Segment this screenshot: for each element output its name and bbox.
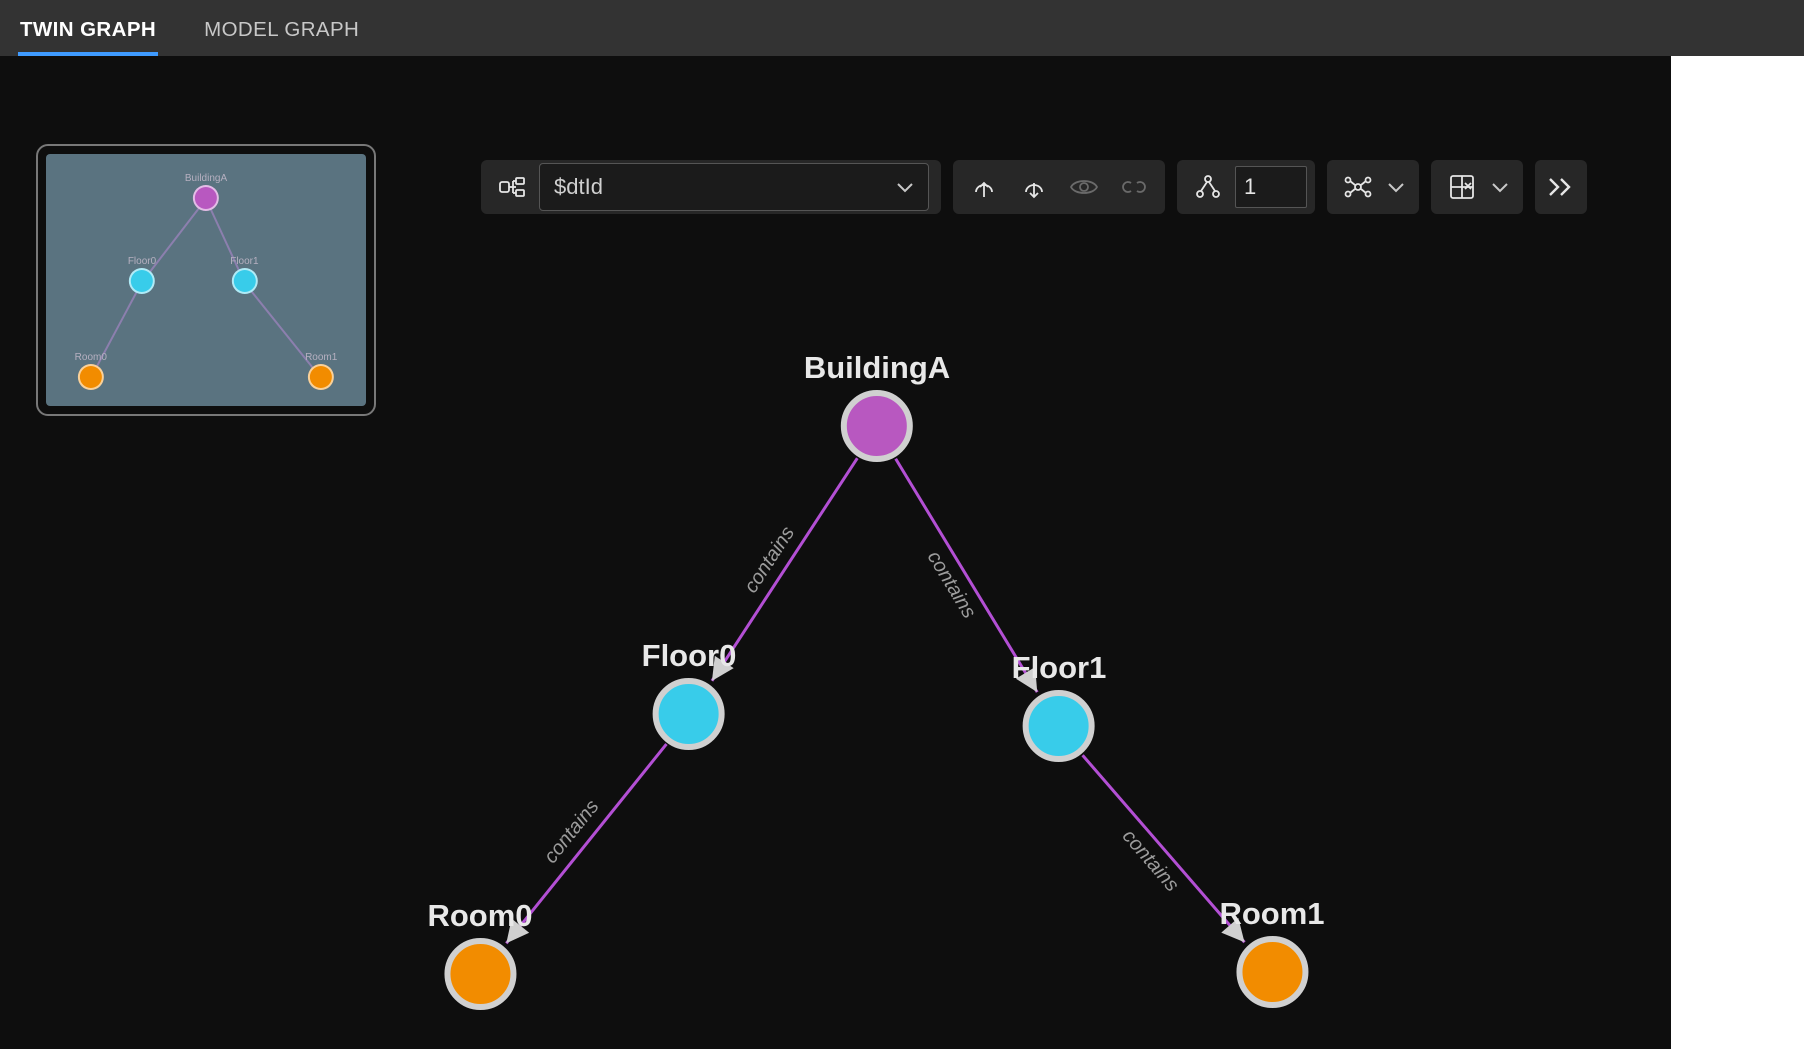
graph-node-floor0[interactable]: Floor0 <box>642 638 737 750</box>
graph-node-room0[interactable]: Room0 <box>427 898 532 1010</box>
graph-node-circle <box>841 390 913 462</box>
graph-node-circle <box>1023 690 1095 762</box>
graph-canvas-area: $dtId <box>0 56 1671 1049</box>
tab-model-graph[interactable]: MODEL GRAPH <box>202 6 361 56</box>
graph-node-label: Floor0 <box>642 638 737 674</box>
graph-node-buildinga[interactable]: BuildingA <box>804 350 950 462</box>
graph-node-room1[interactable]: Room1 <box>1219 896 1324 1008</box>
graph-node-label: BuildingA <box>804 350 950 386</box>
graph-node-circle <box>1236 936 1308 1008</box>
graph-node-circle <box>653 678 725 750</box>
graph-node-label: Floor1 <box>1012 650 1107 686</box>
graph-node-circle <box>444 938 516 1010</box>
graph-node-label: Room0 <box>427 898 532 934</box>
tab-twin-graph[interactable]: TWIN GRAPH <box>18 6 158 56</box>
tab-bar: TWIN GRAPH MODEL GRAPH <box>0 0 1804 56</box>
graph-edges-layer <box>0 56 1671 1049</box>
graph-node-floor1[interactable]: Floor1 <box>1012 650 1107 762</box>
graph-node-label: Room1 <box>1219 896 1324 932</box>
side-panel-placeholder <box>1671 56 1804 1049</box>
